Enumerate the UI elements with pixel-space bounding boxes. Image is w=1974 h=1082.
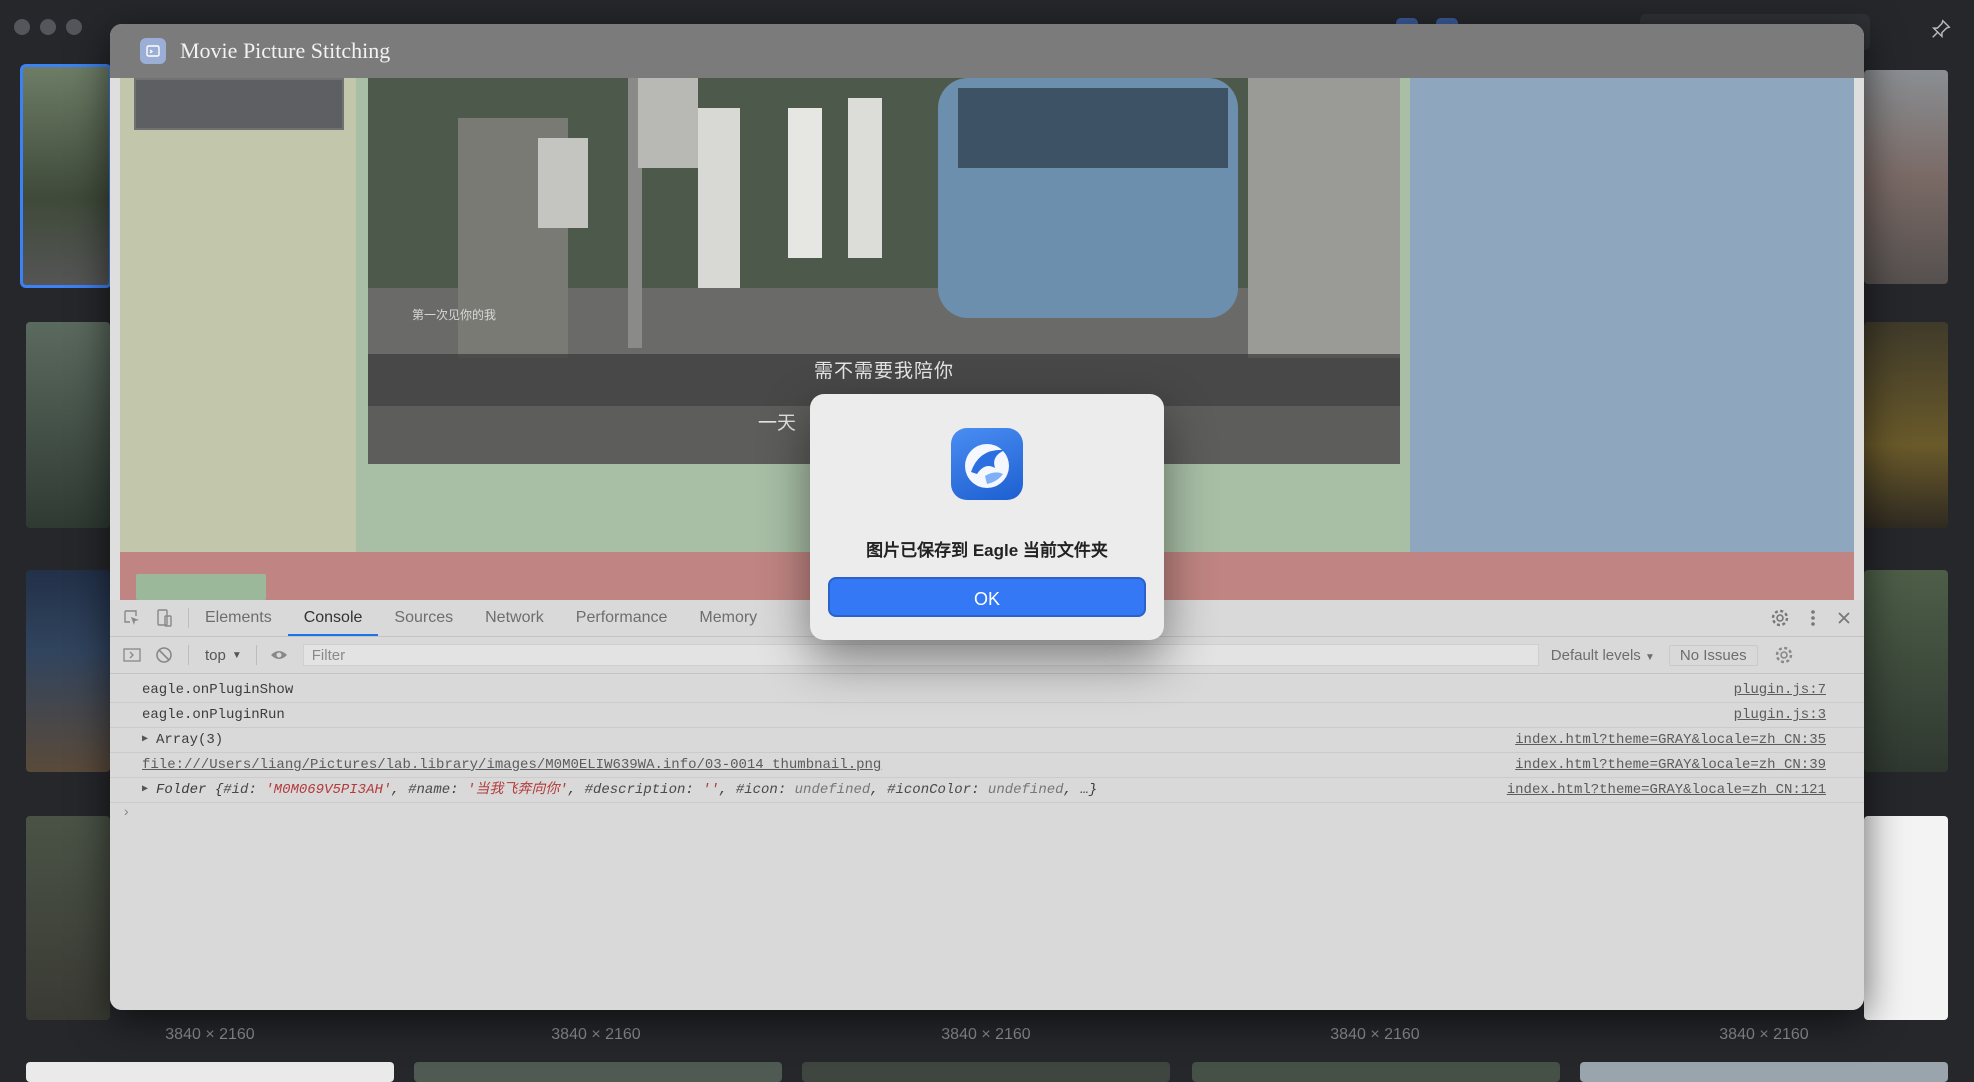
tab-memory[interactable]: Memory	[683, 600, 773, 636]
obj-key: #icon	[735, 782, 778, 798]
tab-network[interactable]: Network	[469, 600, 560, 636]
chevron-down-icon: ▼	[1644, 651, 1655, 663]
tab-sources[interactable]: Sources	[378, 600, 469, 636]
library-thumbnail[interactable]	[1864, 816, 1948, 1020]
device-toolbar-icon[interactable]	[154, 608, 174, 628]
zoom-window-button[interactable]	[66, 19, 82, 35]
canvas-panel-blue[interactable]	[1410, 78, 1854, 552]
eye-icon[interactable]	[269, 645, 289, 665]
thumbnail-dimensions: 3840 × 2160	[1719, 1026, 1809, 1043]
thumbnail-dimensions: 3840 × 2160	[941, 1026, 1031, 1043]
obj-key: #name	[408, 782, 451, 798]
toolbar-divider	[188, 645, 189, 665]
console-settings-icon[interactable]	[1774, 645, 1794, 665]
library-thumbnail[interactable]	[20, 64, 112, 288]
console-source-link[interactable]: index.html?theme=GRAY&locale=zh_CN:39	[1515, 753, 1826, 777]
obj-value: ''	[702, 782, 720, 798]
obj-tail: …}	[1080, 782, 1098, 798]
console-output: eagle.onPluginShow plugin.js:7 eagle.onP…	[110, 674, 1864, 827]
context-selector[interactable]: top ▼	[205, 647, 242, 664]
library-thumbnail[interactable]	[802, 1062, 1170, 1082]
window-traffic-lights	[14, 19, 82, 35]
library-thumbnail[interactable]	[414, 1062, 782, 1082]
console-message-text: Folder	[156, 782, 207, 798]
inspect-element-icon[interactable]	[122, 608, 142, 628]
chevron-down-icon: ▼	[231, 649, 242, 661]
obj-value: undefined	[794, 782, 871, 798]
obj-key: #iconColor	[887, 782, 972, 798]
sidebar-toggle-icon[interactable]	[122, 645, 142, 665]
library-thumbnail[interactable]	[1864, 322, 1948, 528]
console-prompt-row[interactable]: ›	[110, 803, 1864, 827]
console-file-link[interactable]: file:///Users/liang/Pictures/lab.library…	[142, 757, 881, 773]
console-message-text: Array(3)	[156, 732, 224, 748]
folder-object-preview: {#id: 'M0M069V5PI3AH', #name: '当我飞奔向你', …	[214, 782, 1098, 798]
library-thumbnail[interactable]	[26, 1062, 394, 1082]
obj-value: 'M0M069V5PI3AH'	[265, 782, 392, 798]
console-prompt-icon: ›	[122, 805, 131, 821]
console-source-link[interactable]: index.html?theme=GRAY&locale=zh_CN:121	[1507, 778, 1826, 802]
movie-subtitle: 需不需要我陪你	[813, 361, 954, 382]
expand-triangle-icon[interactable]: ▶	[142, 778, 148, 802]
library-thumbnail[interactable]	[1580, 1062, 1948, 1082]
log-levels-label: Default levels	[1550, 646, 1641, 664]
frame-thumbnail[interactable]	[134, 78, 344, 130]
console-filter-input[interactable]: Filter	[302, 644, 1539, 666]
expand-triangle-icon[interactable]: ▶	[142, 728, 148, 752]
console-message-text: eagle.onPluginRun	[142, 707, 285, 723]
plugin-app-icon	[140, 38, 166, 64]
console-source-link[interactable]: index.html?theme=GRAY&locale=zh_CN:35	[1515, 728, 1826, 752]
library-thumbnail[interactable]	[1192, 1062, 1560, 1082]
close-devtools-icon[interactable]	[1836, 610, 1852, 626]
toolbar-divider	[255, 645, 257, 665]
thumbnail-dimensions: 3840 × 2160	[1330, 1026, 1420, 1043]
console-message: eagle.onPluginRun plugin.js:3	[110, 703, 1864, 728]
dialog-message: 图片已保存到 Eagle 当前文件夹	[866, 541, 1108, 560]
tab-console[interactable]: Console	[287, 600, 379, 636]
context-label: top	[205, 646, 226, 664]
console-message: eagle.onPluginShow plugin.js:7	[110, 678, 1864, 703]
console-source-link[interactable]: plugin.js:7	[1734, 678, 1826, 702]
issues-button[interactable]: No Issues	[1668, 644, 1758, 666]
library-thumbnail[interactable]	[1864, 70, 1948, 284]
thumbnail-dimensions: 3840 × 2160	[551, 1026, 641, 1043]
pin-icon[interactable]	[1930, 18, 1952, 40]
tab-performance[interactable]: Performance	[560, 600, 684, 636]
tab-elements[interactable]: Elements	[189, 600, 288, 636]
ok-button[interactable]: OK	[828, 577, 1146, 617]
console-message: file:///Users/liang/Pictures/lab.library…	[110, 753, 1864, 778]
settings-gear-icon[interactable]	[1770, 608, 1790, 628]
library-thumbnail[interactable]	[1864, 570, 1948, 772]
console-source-link[interactable]: plugin.js:3	[1734, 703, 1826, 727]
devtools-panel: Elements Console Sources Network Perform…	[110, 600, 1864, 1010]
close-window-button[interactable]	[14, 19, 30, 35]
movie-subtitle-bottom: 一天	[758, 413, 797, 434]
thumbnail-dimensions: 3840 × 2160	[165, 1026, 255, 1043]
clear-console-icon[interactable]	[154, 645, 174, 665]
minimize-window-button[interactable]	[40, 19, 56, 35]
obj-key: #id	[223, 782, 249, 798]
movie-subtitle-small: 第一次见你的我	[412, 308, 497, 322]
canvas-panel-yellow[interactable]	[120, 78, 356, 552]
plugin-title: Movie Picture Stitching	[180, 38, 391, 63]
more-options-icon[interactable]	[1810, 608, 1816, 628]
library-thumbnail[interactable]	[26, 570, 110, 772]
obj-value: '当我飞奔向你'	[466, 782, 568, 798]
console-message-text: eagle.onPluginShow	[142, 682, 294, 698]
console-message[interactable]: ▶ Array(3) index.html?theme=GRAY&locale=…	[110, 728, 1864, 753]
console-message[interactable]: ▶ Folder {#id: 'M0M069V5PI3AH', #name: '…	[110, 778, 1864, 803]
obj-key: #description	[584, 782, 686, 798]
obj-value: undefined	[987, 782, 1064, 798]
library-thumbnail[interactable]	[26, 816, 110, 1020]
log-levels-dropdown[interactable]: Default levels ▼	[1551, 647, 1655, 664]
canvas-panel-small[interactable]	[136, 574, 266, 600]
save-confirmation-dialog: 图片已保存到 Eagle 当前文件夹 OK	[810, 394, 1164, 640]
console-toolbar: top ▼ Filter Default levels ▼ No Issues	[110, 637, 1864, 674]
plugin-titlebar: Movie Picture Stitching	[110, 24, 1864, 78]
library-thumbnail[interactable]	[26, 322, 110, 528]
eagle-app-icon	[951, 428, 1023, 500]
